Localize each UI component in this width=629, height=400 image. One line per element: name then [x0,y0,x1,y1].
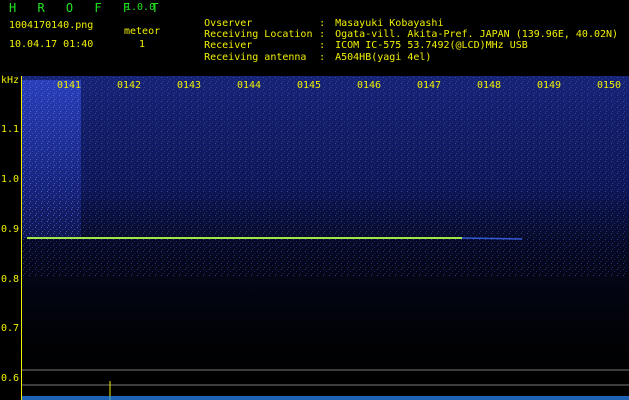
y-axis-line [21,76,22,400]
spectrogram-plot [22,76,629,400]
x-tick-label: 0142 [117,80,142,91]
noise-speckle [22,76,629,276]
app-version: 1.0.0 [125,2,156,13]
x-tick-label: 0149 [537,80,562,91]
x-tick-label: 0145 [297,80,322,91]
carrier-trace-fade [461,237,523,240]
x-tick-label: 0150 [597,80,622,91]
x-tick-label: 0148 [477,80,502,91]
x-tick-label: 0147 [417,80,442,91]
x-tick-label: 0141 [57,80,82,91]
info-value: A504HB(yagi 4el) [335,52,432,63]
file-datetime: 10.04.17 01:40 [9,39,94,50]
info-key: Receiving antenna [204,52,307,63]
meteor-label: meteor [124,26,161,37]
file-name: 1004170140.png [9,20,94,31]
y-tick-label: 0.9 [1,224,20,235]
y-tick-label: 1.1 [1,124,20,135]
info-sep: : [319,52,326,63]
early-noise-speckle [22,80,81,238]
y-tick-label: 0.7 [1,323,20,334]
bottom-trace [22,396,629,400]
x-tick-label: 0146 [357,80,382,91]
header-panel: H R O F F T 1.0.0 1004170140.png 10.04.1… [0,0,629,76]
y-tick-label: 1.0 [1,174,20,185]
meteor-count: 1 [139,39,146,50]
info-row-antenna: Receiving antenna: A504HB(yagi 4el) [180,40,431,76]
y-axis-unit: kHz [1,75,20,86]
spectrogram-canvas [22,76,629,400]
x-tick-label: 0143 [177,80,202,91]
y-tick-label: 0.8 [1,274,20,285]
x-tick-label: 0144 [237,80,262,91]
y-tick-label: 0.6 [1,373,20,384]
